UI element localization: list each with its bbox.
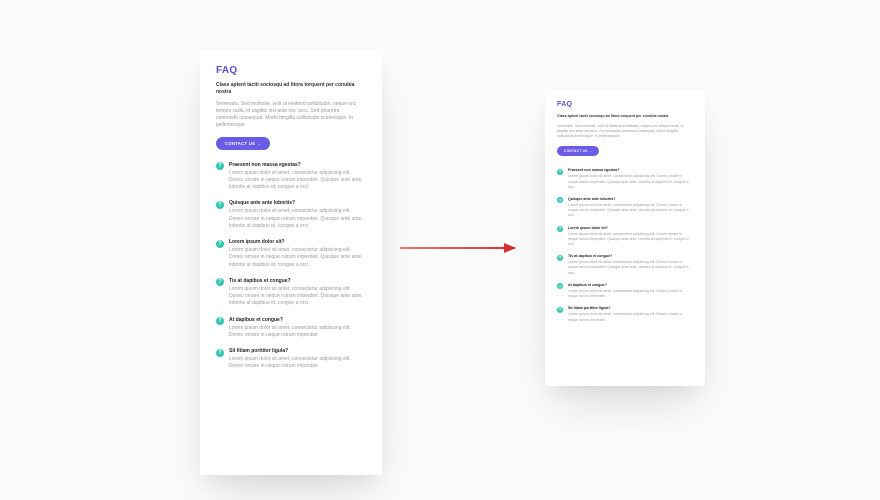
faq-card-small: FAQ Class aptent taciti sociosqu ad lito… [545,90,705,386]
faq-lead: Class aptent taciti sociosqu ad litora t… [557,114,686,119]
faq-answer: Lorem ipsum dolor sit amet, consectetur … [568,260,693,276]
faq-item: ? Praesent non massa egestas? Lorem ipsu… [216,162,366,192]
faq-answer: Lorem ipsum dolor sit amet, consectetur … [229,356,366,371]
faq-answer: Lorem ipsum dolor sit amet, consectetur … [568,312,693,322]
transition-arrow-icon [400,247,515,249]
faq-answer: Lorem ipsum dolor sit amet, consectetur … [229,247,366,269]
faq-question: At dapibus et congue? [568,283,693,287]
faq-item: ? At dapibus et congue? Lorem ipsum dolo… [216,317,366,340]
faq-intro: Venenatis. Sed molestie, velit ut eleife… [216,101,360,130]
faq-answer: Lorem ipsum dolor sit amet, consectetur … [568,289,693,299]
question-icon: ? [557,169,563,175]
question-icon: ? [216,201,224,209]
faq-answer: Lorem ipsum dolor sit amet, consectetur … [229,208,366,230]
faq-question: Tis at dapibus et congue? [229,278,366,284]
comparison-stage: FAQ Class aptent taciti sociosqu ad lito… [0,0,880,500]
faq-question: At dapibus et congue? [229,317,366,323]
faq-lead: Class aptent taciti sociosqu ad litora t… [216,82,359,96]
faq-answer: Lorem ipsum dolor sit amet, consectetur … [568,203,693,219]
faq-item: ? Quisque ante ante lobortis? Lorem ipsu… [216,200,366,230]
faq-question: Quisque ante ante lobortis? [229,200,366,206]
faq-item: ? Tis at dapibus et congue? Lorem ipsum … [216,278,366,308]
faq-item: ? Lorem ipsum dolor sit? Lorem ipsum dol… [557,226,693,248]
question-icon: ? [557,307,563,313]
question-icon: ? [557,197,563,203]
faq-answer: Lorem ipsum dolor sit amet, consectetur … [229,286,366,308]
faq-question: Tis at dapibus et congue? [568,254,693,258]
question-icon: ? [557,255,563,261]
question-icon: ? [216,349,224,357]
faq-question: Praesent non massa egestas? [568,168,693,172]
contact-us-button[interactable]: CONTACT US → [216,137,270,150]
faq-question: Sit litiam porttitor ligula? [568,306,693,310]
faq-intro: Venenatis. Sed molestie, velit ut eleife… [557,124,688,140]
faq-question: Sit litiam porttitor ligula? [229,348,366,354]
question-icon: ? [216,317,224,325]
faq-item: ? Sit litiam porttitor ligula? Lorem ips… [557,306,693,322]
question-icon: ? [216,162,224,170]
question-icon: ? [216,240,224,248]
faq-item: ? Praesent non massa egestas? Lorem ipsu… [557,168,693,190]
question-icon: ? [216,278,224,286]
faq-title: FAQ [557,101,693,108]
faq-answer: Lorem ipsum dolor sit amet, consectetur … [568,232,693,248]
faq-question: Lorem ipsum dolor sit? [568,226,693,230]
faq-title: FAQ [216,65,366,76]
faq-answer: Lorem ipsum dolor sit amet, consectetur … [568,174,693,190]
faq-item: ? Sit litiam porttitor ligula? Lorem ips… [216,348,366,371]
faq-question: Lorem ipsum dolor sit? [229,239,366,245]
faq-item: ? Quisque ante ante lobortis? Lorem ipsu… [557,197,693,219]
faq-item: ? Lorem ipsum dolor sit? Lorem ipsum dol… [216,239,366,269]
faq-item: ? At dapibus et congue? Lorem ipsum dolo… [557,283,693,299]
faq-answer: Lorem ipsum dolor sit amet, consectetur … [229,325,366,340]
faq-card-large: FAQ Class aptent taciti sociosqu ad lito… [200,50,382,475]
faq-question: Quisque ante ante lobortis? [568,197,693,201]
question-icon: ? [557,283,563,289]
contact-us-button[interactable]: CONTACT US → [557,146,599,156]
faq-answer: Lorem ipsum dolor sit amet, consectetur … [229,170,366,192]
faq-item: ? Tis at dapibus et congue? Lorem ipsum … [557,254,693,276]
question-icon: ? [557,226,563,232]
faq-question: Praesent non massa egestas? [229,162,366,168]
